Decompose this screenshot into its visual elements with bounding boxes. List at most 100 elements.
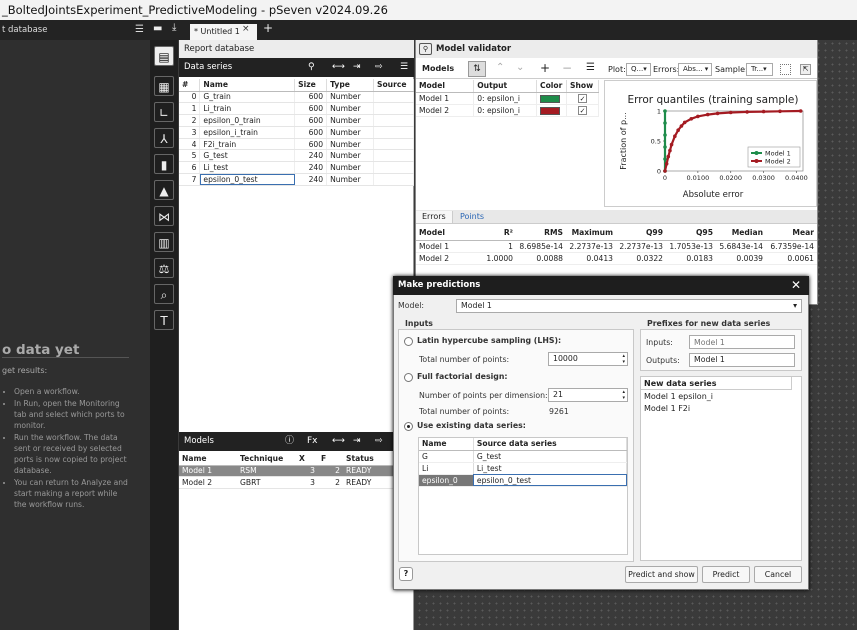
table-row[interactable]: 6 Li_test 240 Number	[179, 161, 414, 175]
table-icon[interactable]: ▦	[154, 76, 174, 96]
col-header-name[interactable]: Name	[199, 79, 296, 92]
table-row[interactable]: 3 epsilon_i_train 600 Number	[179, 126, 414, 139]
col-header-model[interactable]: Model	[416, 80, 475, 93]
existing-option[interactable]: Use existing data series:	[404, 421, 526, 431]
close-icon[interactable]: ✕	[791, 276, 801, 295]
col-header-error[interactable]: Q99	[616, 226, 666, 241]
filter-icon[interactable]: ⚲	[308, 58, 315, 77]
table-row[interactable]: Model 1 RSM 3 2 READY	[179, 465, 394, 478]
predict-and-show-button[interactable]: Predict and show	[625, 566, 698, 583]
col-header-source[interactable]: Source	[373, 79, 414, 92]
col-header-x[interactable]: X	[296, 453, 318, 466]
source-series[interactable]: Li_test	[473, 462, 628, 475]
explore-icon[interactable]: ⌕	[154, 284, 174, 304]
col-header-error[interactable]: Maximum	[566, 226, 616, 241]
remove-icon[interactable]: −	[562, 61, 572, 75]
col-header-f[interactable]: F	[318, 453, 343, 466]
table-row[interactable]: 4 F2i_train 600 Number	[179, 138, 414, 151]
tab-errors[interactable]: Errors	[416, 211, 453, 223]
col-header-show[interactable]: Show	[566, 80, 599, 93]
radio-button-selected[interactable]	[404, 421, 413, 431]
bar-chart-icon[interactable]: ▮	[154, 154, 174, 174]
text-icon[interactable]: T	[154, 310, 174, 330]
tab-points[interactable]: Points	[454, 211, 490, 223]
axes-icon[interactable]: ∟	[154, 102, 174, 122]
inputs-prefix-input[interactable]	[689, 335, 795, 349]
model-select[interactable]: Model 1 ▾	[456, 299, 802, 313]
table-row[interactable]: epsilon_0 epsilon_0_test	[419, 474, 628, 487]
select-area-icon[interactable]	[780, 64, 791, 75]
function-icon[interactable]: Fx	[307, 432, 318, 451]
menu-icon[interactable]: ☰	[400, 58, 408, 77]
export-icon[interactable]: ⇨	[375, 432, 383, 451]
source-series[interactable]: G_test	[473, 450, 628, 463]
color-swatch[interactable]	[540, 94, 561, 103]
col-header-error[interactable]: Q95	[666, 226, 716, 241]
report-icon[interactable]: ▤	[154, 46, 174, 66]
table-row[interactable]: Model 1 0: epsilon_i ✓	[416, 92, 599, 105]
color-swatch[interactable]	[540, 106, 561, 115]
add-icon[interactable]: +	[540, 61, 550, 75]
save-image-icon[interactable]: ⇱	[800, 64, 811, 75]
table-row[interactable]: 1 Li_train 600 Number	[179, 102, 414, 116]
help-icon[interactable]: ?	[399, 567, 413, 581]
col-header-error[interactable]: Median	[716, 226, 766, 241]
col-header-error[interactable]: Mear	[766, 226, 817, 241]
table-row[interactable]: Li Li_test	[419, 462, 628, 475]
histogram-icon[interactable]: ▲	[154, 180, 174, 200]
col-header-technique[interactable]: Technique	[237, 453, 296, 466]
table-row[interactable]: Model 1 1 8.6985e-14 2.2737e-13 2.2737e-13 1.…	[416, 240, 817, 253]
spin-icon[interactable]: ▴ ▾	[622, 353, 625, 365]
move-down-icon[interactable]: ⌄	[516, 62, 524, 73]
source-series[interactable]: epsilon_0_test	[473, 474, 628, 487]
table-row[interactable]: 7 epsilon_0_test 240 Number	[179, 173, 414, 186]
cancel-button[interactable]: Cancel	[754, 566, 802, 583]
new-series-item[interactable]: Model 1 epsilon_i	[644, 392, 713, 401]
import-icon[interactable]: ⇥	[353, 58, 361, 77]
table-row[interactable]: 0 G_train 600 Number	[179, 91, 414, 104]
menu-icon[interactable]: ☰	[586, 62, 595, 73]
predict-button[interactable]: Predict	[702, 566, 750, 583]
col-header-source[interactable]: Source data series	[473, 438, 628, 451]
table-row[interactable]: Model 2 GBRT 3 2 READY	[179, 476, 394, 490]
parallel-coordinates-icon[interactable]: ⋈	[154, 206, 174, 226]
new-tab-icon[interactable]: +	[263, 21, 273, 35]
total-points-input[interactable]: 10000 ▴ ▾	[548, 352, 628, 366]
col-header-type[interactable]: Type	[326, 79, 374, 92]
model-icon[interactable]: ⚖	[154, 258, 174, 278]
export-icon[interactable]: ⇨	[375, 58, 383, 77]
table-row[interactable]: Model 2 1.0000 0.0088 0.0413 0.0322 0.0183 0.0…	[416, 252, 817, 265]
move-up-icon[interactable]: ⌃	[496, 62, 504, 73]
col-header-name[interactable]: Name	[179, 453, 237, 466]
menu-icon[interactable]: ☰	[135, 20, 144, 40]
sample-select[interactable]: Tr...▾	[746, 63, 773, 76]
col-header-error[interactable]: R²	[476, 226, 516, 241]
show-checkbox[interactable]: ✓	[578, 93, 587, 103]
factorial-option[interactable]: Full factorial design:	[404, 372, 508, 382]
radio-button[interactable]	[404, 336, 413, 346]
columns-icon[interactable]: ⟷	[332, 432, 345, 451]
spin-icon[interactable]: ▴ ▾	[622, 389, 625, 401]
col-header-output[interactable]: Output	[473, 80, 538, 93]
folder-icon[interactable]: ▬	[153, 23, 162, 34]
col-header-size[interactable]: Size	[294, 79, 328, 92]
radio-button[interactable]	[404, 372, 413, 382]
lhs-option[interactable]: Latin hypercube sampling (LHS):	[404, 336, 561, 346]
download-icon[interactable]: ⤓	[172, 22, 176, 33]
col-header-index[interactable]: #	[179, 79, 201, 92]
import-icon[interactable]: ⇥	[353, 432, 361, 451]
sort-icon[interactable]: ⇅	[468, 61, 486, 77]
table-row[interactable]: 5 G_test 240 Number	[179, 149, 414, 163]
table-row[interactable]: 2 epsilon_0_train 600 Number	[179, 114, 414, 127]
col-header-error[interactable]: RMS	[516, 226, 566, 241]
col-header-name[interactable]: Name	[419, 438, 474, 451]
errors-select[interactable]: Abs... ▾	[678, 63, 712, 76]
new-series-item[interactable]: Model 1 F2i	[644, 404, 690, 413]
show-checkbox[interactable]: ✓	[578, 105, 587, 115]
columns-icon[interactable]: ⟷	[332, 58, 345, 77]
table-row[interactable]: G G_test	[419, 450, 628, 463]
tab-close-icon[interactable]: ×	[242, 24, 250, 34]
info-icon[interactable]: ⓘ	[285, 432, 294, 451]
col-header-color[interactable]: Color	[536, 80, 567, 93]
per-dimension-input[interactable]: 21 ▴ ▾	[548, 388, 628, 402]
